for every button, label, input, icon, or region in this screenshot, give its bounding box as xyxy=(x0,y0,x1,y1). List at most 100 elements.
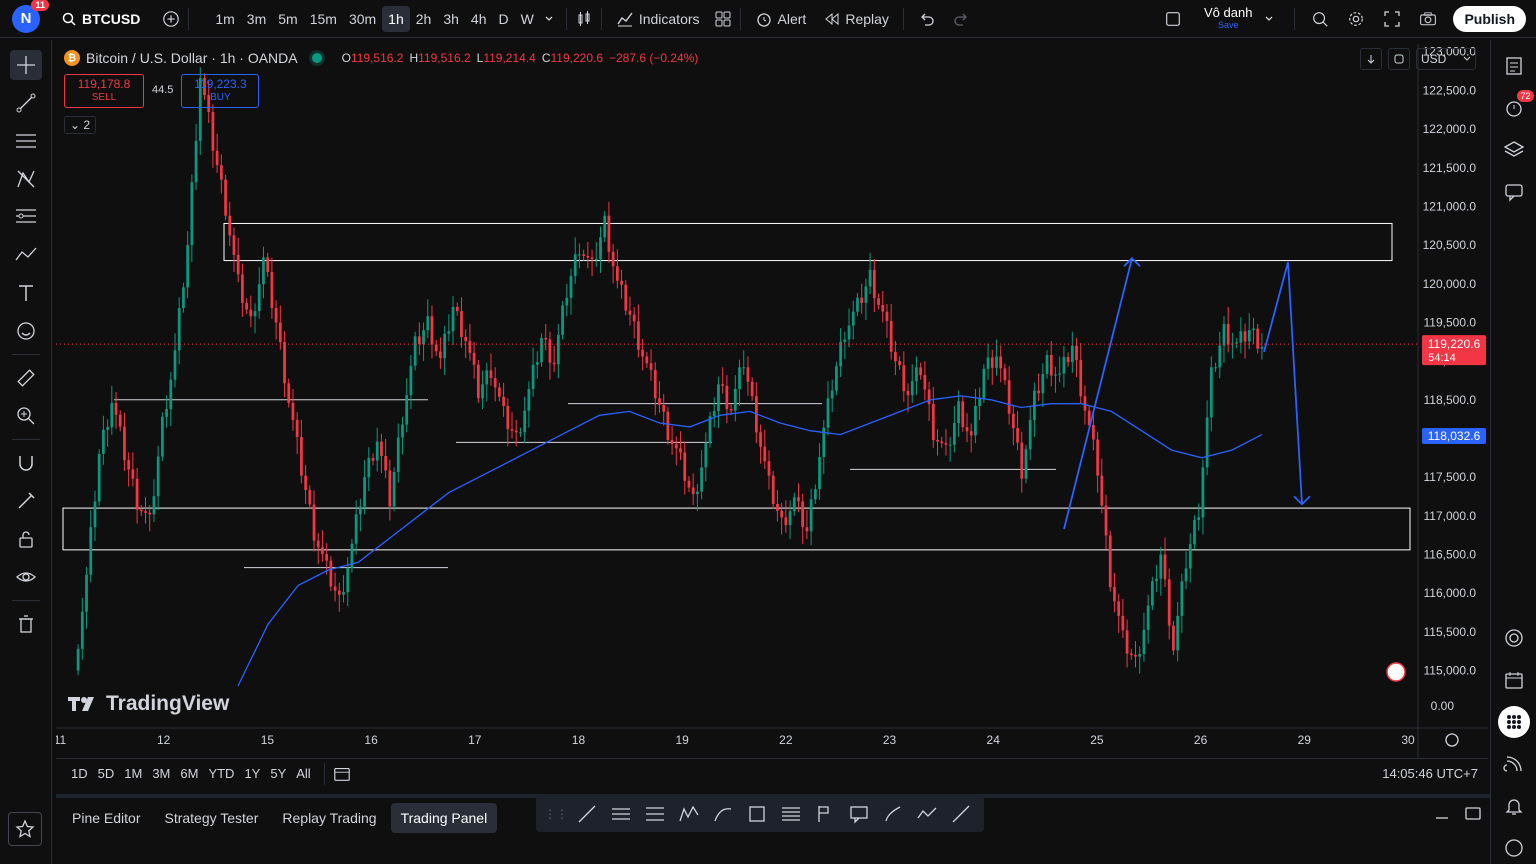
apps-button[interactable] xyxy=(1497,706,1530,738)
interval-3h[interactable]: 3h xyxy=(437,6,465,32)
stream-button[interactable] xyxy=(1498,748,1530,780)
minimize-icon[interactable] xyxy=(1434,806,1450,825)
lock-tool[interactable] xyxy=(10,524,42,554)
range-6m[interactable]: 6M xyxy=(175,766,203,781)
trend-line-icon[interactable] xyxy=(572,799,602,829)
range-all[interactable]: All xyxy=(291,766,315,781)
interval-3m[interactable]: 3m xyxy=(241,6,272,32)
chevron-down-icon[interactable] xyxy=(540,10,558,28)
indicators-button[interactable]: Indicators xyxy=(610,5,706,33)
scroll-down-button[interactable] xyxy=(1360,48,1382,70)
draw-mode-tool[interactable] xyxy=(10,486,42,516)
tab-trading-panel[interactable]: Trading Panel xyxy=(390,803,498,833)
range-5d[interactable]: 5D xyxy=(93,766,120,781)
reset-button[interactable] xyxy=(1388,48,1410,70)
replay-button[interactable]: Replay xyxy=(818,6,895,32)
interval-1h[interactable]: 1h xyxy=(382,5,410,32)
fib-tool[interactable] xyxy=(10,202,42,232)
remove-drawings-tool[interactable] xyxy=(10,609,42,639)
price-chart[interactable]: 123,000.0122,500.0122,000.0121,500.0121,… xyxy=(56,44,1488,758)
layout-name[interactable]: Vô danh Save xyxy=(1204,6,1252,31)
quick-search-icon[interactable] xyxy=(1311,10,1329,28)
floating-drawing-toolbar[interactable]: ⋮⋮ xyxy=(536,796,984,832)
candle-body xyxy=(228,215,232,236)
user-avatar[interactable]: N 11 xyxy=(12,0,49,33)
chart-pane[interactable]: 123,000.0 122,500.0 122,000.0 121,500.0 121,… xyxy=(56,44,1488,794)
fib-retracement-icon[interactable] xyxy=(640,799,670,829)
range-1d[interactable]: 1D xyxy=(66,766,93,781)
publish-button[interactable]: Publish xyxy=(1453,6,1526,32)
maximize-icon[interactable] xyxy=(1464,806,1482,825)
series-title[interactable]: Bitcoin / U.S. Dollar · 1h · OANDA xyxy=(86,50,298,66)
curve-icon[interactable] xyxy=(708,799,738,829)
watchlist-button[interactable] xyxy=(1498,50,1530,82)
tab-pine-editor[interactable]: Pine Editor xyxy=(62,803,150,833)
interval-2h[interactable]: 2h xyxy=(410,6,438,32)
add-symbol-icon[interactable] xyxy=(162,10,180,28)
redo-icon[interactable] xyxy=(952,10,970,28)
buy-button[interactable]: 119,223.3 BUY xyxy=(181,74,260,108)
callout-icon[interactable] xyxy=(844,799,874,829)
notifications-button[interactable] xyxy=(1498,790,1530,822)
camera-icon[interactable] xyxy=(1419,10,1437,28)
layout-square-icon[interactable] xyxy=(1164,10,1182,28)
alerts-button[interactable]: 72 xyxy=(1498,90,1534,124)
object-tree-button[interactable] xyxy=(1498,134,1530,166)
tab-strategy-tester[interactable]: Strategy Tester xyxy=(154,803,268,833)
alert-button[interactable]: Alert xyxy=(749,5,813,33)
brush-icon[interactable] xyxy=(878,799,908,829)
chats-button[interactable] xyxy=(1498,176,1530,208)
interval-30m[interactable]: 30m xyxy=(343,6,382,32)
indicators-collapse-button[interactable]: ⌄ 2 xyxy=(64,116,97,134)
chevron-down-icon[interactable] xyxy=(1260,10,1278,28)
ruler-tool[interactable] xyxy=(10,363,42,393)
interval-15m[interactable]: 15m xyxy=(304,6,343,32)
pen-icon[interactable] xyxy=(946,799,976,829)
rectangle-icon[interactable] xyxy=(742,799,772,829)
candle-style-icon[interactable] xyxy=(575,10,593,28)
range-1m[interactable]: 1M xyxy=(119,766,147,781)
zoom-tool[interactable] xyxy=(10,401,42,431)
ideas-button[interactable] xyxy=(1498,622,1530,654)
text-lines-icon[interactable] xyxy=(776,799,806,829)
goto-date-icon[interactable] xyxy=(333,765,351,783)
flag-icon[interactable] xyxy=(810,799,840,829)
forecast-tool[interactable] xyxy=(10,240,42,270)
horizontal-lines-tool[interactable] xyxy=(10,126,42,156)
range-3m[interactable]: 3M xyxy=(147,766,175,781)
range-ytd[interactable]: YTD xyxy=(203,766,239,781)
trend-line-tool[interactable] xyxy=(10,88,42,118)
magnet-tool[interactable] xyxy=(10,448,42,478)
path-icon[interactable] xyxy=(912,799,942,829)
interval-4h[interactable]: 4h xyxy=(465,6,493,32)
tab-replay-trading[interactable]: Replay Trading xyxy=(272,803,386,833)
candle-body xyxy=(85,574,88,612)
clock-timezone[interactable]: 14:05:46 UTC+7 xyxy=(1382,766,1478,781)
candle-body xyxy=(607,215,611,252)
crosshair-tool[interactable] xyxy=(9,50,42,80)
interval-1m[interactable]: 1m xyxy=(209,6,240,32)
elliott-wave-icon[interactable] xyxy=(674,799,704,829)
currency-select[interactable]: USD xyxy=(1416,48,1476,70)
pattern-tool[interactable] xyxy=(10,164,42,194)
parallel-channel-icon[interactable] xyxy=(606,799,636,829)
range-5y[interactable]: 5Y xyxy=(265,766,291,781)
range-1y[interactable]: 1Y xyxy=(239,766,265,781)
drag-handle-icon[interactable]: ⋮⋮ xyxy=(544,807,568,821)
candle-body xyxy=(182,287,185,309)
visibility-tool[interactable] xyxy=(10,562,42,592)
favorites-star-button[interactable] xyxy=(8,812,42,846)
fullscreen-icon[interactable] xyxy=(1383,10,1401,28)
undo-icon[interactable] xyxy=(918,10,936,28)
emoji-tool[interactable] xyxy=(10,316,42,346)
calendar-button[interactable] xyxy=(1498,664,1530,696)
sell-button[interactable]: 119,178.8 SELL xyxy=(64,74,144,108)
layout-grid-icon[interactable] xyxy=(714,10,732,28)
interval-5m[interactable]: 5m xyxy=(272,6,303,32)
help-button[interactable] xyxy=(1498,832,1530,864)
symbol-search[interactable]: BTCUSD xyxy=(62,11,140,27)
text-tool[interactable] xyxy=(10,278,42,308)
interval-d[interactable]: D xyxy=(492,6,514,32)
interval-w[interactable]: W xyxy=(515,6,540,32)
settings-gear-icon[interactable] xyxy=(1347,10,1365,28)
